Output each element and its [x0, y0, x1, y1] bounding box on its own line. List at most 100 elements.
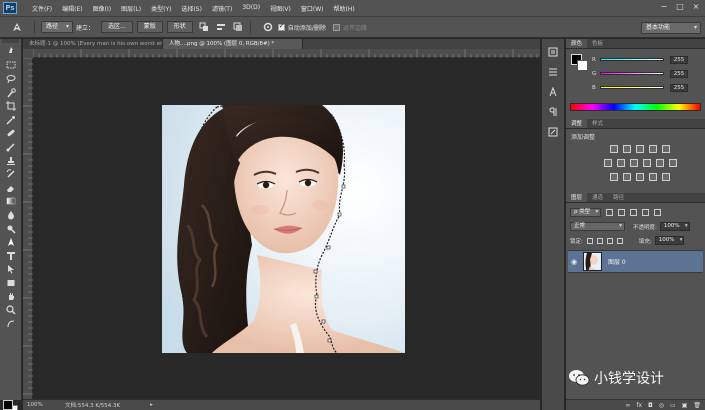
- eraser-tool[interactable]: [0, 181, 22, 195]
- channel-slider[interactable]: [600, 86, 664, 89]
- clone-stamp-tool[interactable]: [0, 154, 22, 168]
- tab-swatches[interactable]: 色板: [587, 39, 608, 48]
- new-adjustment-icon[interactable]: ◎: [659, 402, 664, 409]
- properties-panel-button[interactable]: [545, 65, 561, 79]
- hue-saturation-icon[interactable]: [603, 159, 612, 167]
- fill-input[interactable]: 100%: [654, 236, 685, 245]
- channel-mixer-icon[interactable]: [655, 159, 664, 167]
- hand-tool[interactable]: [0, 290, 22, 304]
- selective-color-icon[interactable]: [662, 173, 670, 181]
- eyedropper-tool[interactable]: [0, 113, 22, 127]
- exposure-icon[interactable]: [649, 145, 657, 153]
- lock-pixels-icon[interactable]: [596, 237, 603, 244]
- paragraph-panel-button[interactable]: [545, 105, 561, 119]
- color-balance-icon[interactable]: [616, 159, 625, 167]
- color-background[interactable]: [577, 60, 588, 71]
- eye-icon[interactable]: ◉: [568, 258, 580, 266]
- add-mask-icon[interactable]: ◘: [648, 402, 653, 409]
- path-operations-icon[interactable]: [198, 21, 210, 33]
- foreground-color-swatch[interactable]: [3, 400, 13, 410]
- channel-value[interactable]: 255: [670, 55, 688, 64]
- tab-styles[interactable]: 样式: [587, 119, 608, 128]
- menu-help[interactable]: 帮助(H): [329, 4, 360, 13]
- new-layer-icon[interactable]: ▣: [682, 402, 688, 409]
- gradient-map-icon[interactable]: [649, 173, 657, 181]
- ruler-origin[interactable]: [23, 49, 33, 58]
- menu-filter[interactable]: 滤镜(T): [207, 4, 237, 13]
- opacity-input[interactable]: 100%: [659, 222, 690, 231]
- threshold-icon[interactable]: [636, 173, 644, 181]
- menu-select[interactable]: 选择(S): [176, 4, 207, 13]
- menu-image[interactable]: 图像(I): [88, 4, 116, 13]
- close-button[interactable]: ×: [691, 2, 701, 12]
- channel-value[interactable]: 255: [670, 83, 688, 92]
- channel-slider[interactable]: [600, 72, 664, 75]
- new-group-icon[interactable]: ▭: [670, 402, 676, 409]
- posterize-icon[interactable]: [623, 173, 631, 181]
- tab-paths[interactable]: 路径: [608, 193, 629, 202]
- horizontal-ruler[interactable]: [33, 49, 540, 58]
- type-tool[interactable]: [0, 249, 22, 263]
- filter-pixel-icon[interactable]: [606, 209, 614, 216]
- marquee-tool[interactable]: [0, 59, 22, 73]
- tab-adjustments[interactable]: 调整: [566, 119, 588, 128]
- menu-window[interactable]: 窗口(W): [296, 4, 329, 13]
- make-shape-button[interactable]: 形状: [166, 21, 193, 33]
- make-selection-button[interactable]: 选区...: [101, 21, 133, 33]
- lock-transparent-icon[interactable]: [586, 237, 593, 244]
- path-select-tool[interactable]: [0, 263, 22, 277]
- make-mask-button[interactable]: 蒙版: [136, 21, 163, 33]
- filter-shape-icon[interactable]: [642, 209, 650, 216]
- invert-icon[interactable]: [610, 173, 618, 181]
- vibrance-icon[interactable]: [662, 145, 670, 153]
- lasso-tool[interactable]: [0, 72, 22, 86]
- filter-smart-icon[interactable]: [654, 209, 662, 216]
- menu-view[interactable]: 视图(V): [265, 4, 296, 13]
- menu-layer[interactable]: 图层(L): [116, 4, 146, 13]
- zoom-level[interactable]: 100%: [23, 402, 49, 408]
- maximize-button[interactable]: □: [675, 2, 685, 12]
- lock-position-icon[interactable]: [606, 237, 613, 244]
- tab-channels[interactable]: 通道: [587, 193, 608, 202]
- history-panel-button[interactable]: [545, 45, 561, 59]
- status-menu-arrow[interactable]: ▸: [150, 402, 153, 408]
- quick-select-tool[interactable]: [0, 86, 22, 100]
- workspace-select[interactable]: 基本功能: [641, 22, 701, 34]
- brightness-icon[interactable]: [610, 145, 618, 153]
- curves-icon[interactable]: [636, 145, 644, 153]
- align-edges-checkbox[interactable]: [332, 23, 340, 31]
- delete-layer-icon[interactable]: 🗑: [693, 402, 701, 409]
- blend-mode-select[interactable]: 正常: [570, 222, 625, 231]
- layer-name[interactable]: 图层 0: [608, 257, 626, 266]
- swap-colors[interactable]: [0, 317, 22, 331]
- shape-tool[interactable]: [0, 276, 22, 290]
- layer-filter-select[interactable]: ρ 类型: [570, 208, 602, 217]
- tool-preset-picker[interactable]: [6, 19, 28, 35]
- photo-filter-icon[interactable]: [642, 159, 651, 167]
- pen-tool[interactable]: [0, 235, 22, 249]
- pen-mode-select[interactable]: 路径: [41, 21, 74, 33]
- menu-3d[interactable]: 3D(D): [237, 4, 265, 13]
- lock-all-icon[interactable]: [616, 237, 623, 244]
- menu-type[interactable]: 类型(Y): [146, 4, 176, 13]
- path-alignment-icon[interactable]: [215, 21, 227, 33]
- minimize-button[interactable]: −: [659, 2, 669, 12]
- color-spectrum[interactable]: [570, 103, 701, 111]
- color-lookup-icon[interactable]: [668, 159, 677, 167]
- path-arrangement-icon[interactable]: [232, 21, 244, 33]
- vertical-ruler[interactable]: [23, 58, 33, 400]
- channel-slider[interactable]: [600, 58, 664, 61]
- filter-adjustment-icon[interactable]: [618, 209, 626, 216]
- tool-presets-button[interactable]: [545, 125, 561, 139]
- character-panel-button[interactable]: [545, 85, 561, 99]
- link-layers-icon[interactable]: ∞: [625, 402, 630, 409]
- document-canvas[interactable]: [162, 105, 405, 353]
- black-white-icon[interactable]: [629, 159, 638, 167]
- zoom-tool[interactable]: [0, 303, 22, 317]
- levels-icon[interactable]: [623, 145, 631, 153]
- tab-untitled[interactable]: 未标题-1 @ 100% (Every man is his own worst…: [23, 39, 163, 49]
- gradient-tool[interactable]: [0, 195, 22, 209]
- auto-add-delete-checkbox[interactable]: [277, 22, 285, 31]
- brush-tool[interactable]: [0, 140, 22, 154]
- crop-tool[interactable]: [0, 99, 22, 113]
